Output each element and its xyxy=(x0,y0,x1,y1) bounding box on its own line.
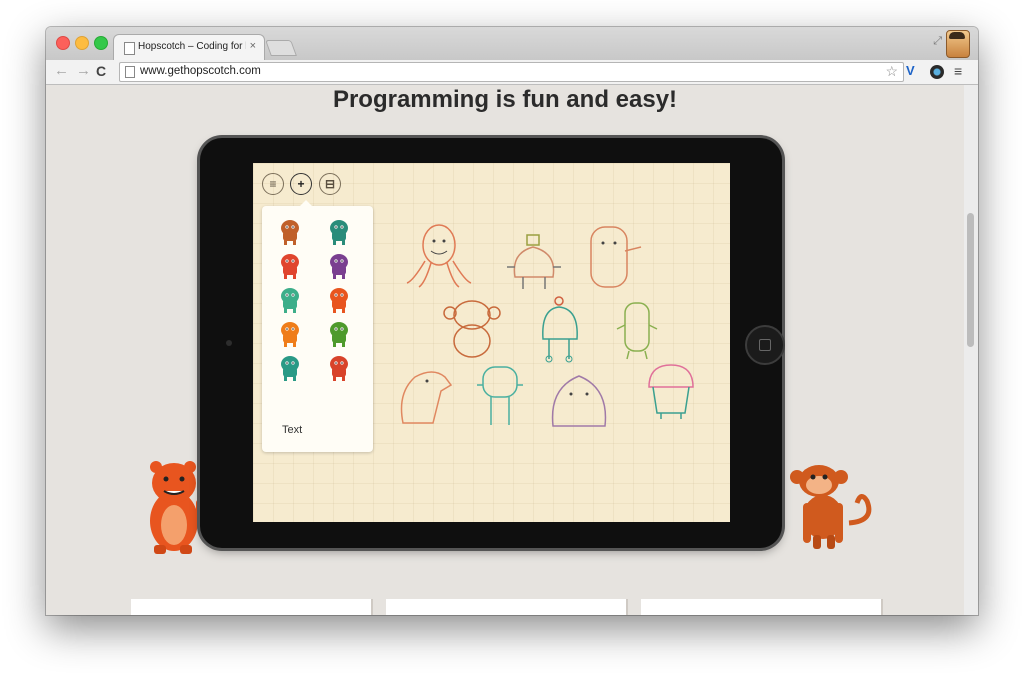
bookmark-star-icon[interactable]: ☆ xyxy=(885,63,898,80)
page-viewport: Programming is fun and easy! ≡ + ⊟ Text xyxy=(46,85,978,615)
zoom-window-button[interactable] xyxy=(94,36,108,50)
monkey-mascot-image xyxy=(787,463,877,551)
app-canvas: ≡ + ⊟ Text xyxy=(253,163,730,522)
fullscreen-icon[interactable]: ⤢ xyxy=(933,35,942,48)
vertical-scrollbar[interactable] xyxy=(964,85,978,615)
character-option-legs[interactable] xyxy=(278,354,302,382)
page-icon xyxy=(124,42,135,55)
character-option-mantis[interactable] xyxy=(327,320,351,348)
address-bar[interactable]: www.gethopscotch.com ☆ xyxy=(119,62,904,82)
tab-close-icon[interactable]: × xyxy=(250,40,256,52)
character-picker-panel: Text xyxy=(262,200,373,452)
dino-sketch[interactable] xyxy=(393,363,455,427)
character-option-dino[interactable] xyxy=(278,320,302,348)
forward-button[interactable]: → xyxy=(76,62,91,79)
monkey-sketch[interactable] xyxy=(438,297,504,361)
cupcake-sketch[interactable] xyxy=(645,361,697,421)
close-window-button[interactable] xyxy=(56,36,70,50)
extension-camera-icon[interactable] xyxy=(930,65,944,79)
text-object-option[interactable]: Text xyxy=(282,424,302,436)
extension-v-icon[interactable]: V xyxy=(906,63,915,78)
character-option-jumper[interactable] xyxy=(327,354,351,382)
character-option-gorilla[interactable] xyxy=(327,252,351,280)
robot-sketch[interactable] xyxy=(535,295,585,363)
url-text[interactable]: www.gethopscotch.com xyxy=(140,65,261,77)
feature-card xyxy=(131,599,371,615)
new-tab-button[interactable] xyxy=(265,40,297,56)
character-option-bear[interactable] xyxy=(327,286,351,314)
tab-hopscotch[interactable]: Hopscotch – Coding for ki × xyxy=(113,34,265,61)
browser-toolbar: ← → C www.gethopscotch.com ☆ V ≡ xyxy=(46,60,978,85)
scrollbar-thumb[interactable] xyxy=(967,213,974,347)
ipad-home-button xyxy=(745,325,785,365)
bear-mascot-image xyxy=(144,459,208,555)
menu-icon[interactable]: ≡ xyxy=(262,173,284,195)
ipad-camera xyxy=(226,340,232,346)
tab-strip: Hopscotch – Coding for ki × ⤢ xyxy=(46,27,978,61)
mantis-sketch[interactable] xyxy=(615,295,659,361)
bear-sketch[interactable] xyxy=(585,221,643,291)
octopus-sketch[interactable] xyxy=(403,221,475,289)
add-icon[interactable]: + xyxy=(290,173,312,195)
minimize-window-button[interactable] xyxy=(75,36,89,50)
page-headline: Programming is fun and easy! xyxy=(332,86,678,113)
feature-card xyxy=(386,599,626,615)
legs-sketch[interactable] xyxy=(475,363,525,429)
character-option-octopus[interactable] xyxy=(278,252,302,280)
back-button[interactable]: ← xyxy=(54,62,69,79)
feature-card xyxy=(641,599,881,615)
character-option-monkey[interactable] xyxy=(278,218,302,246)
ipad-device: ≡ + ⊟ Text xyxy=(200,138,785,548)
character-option-cupcake[interactable] xyxy=(278,286,302,314)
profile-avatar[interactable] xyxy=(946,30,970,58)
gorilla-sketch[interactable] xyxy=(547,368,611,430)
page-icon xyxy=(125,66,135,78)
tab-title: Hopscotch – Coding for ki xyxy=(138,41,246,52)
character-option-robot[interactable] xyxy=(327,218,351,246)
reload-button[interactable]: C xyxy=(96,63,106,79)
browser-window: Hopscotch – Coding for ki × ⤢ ← → C www.… xyxy=(46,27,978,615)
chrome-menu-icon[interactable]: ≡ xyxy=(954,63,962,79)
view-icon[interactable]: ⊟ xyxy=(319,173,341,195)
robot-hat-sketch[interactable] xyxy=(503,233,565,291)
